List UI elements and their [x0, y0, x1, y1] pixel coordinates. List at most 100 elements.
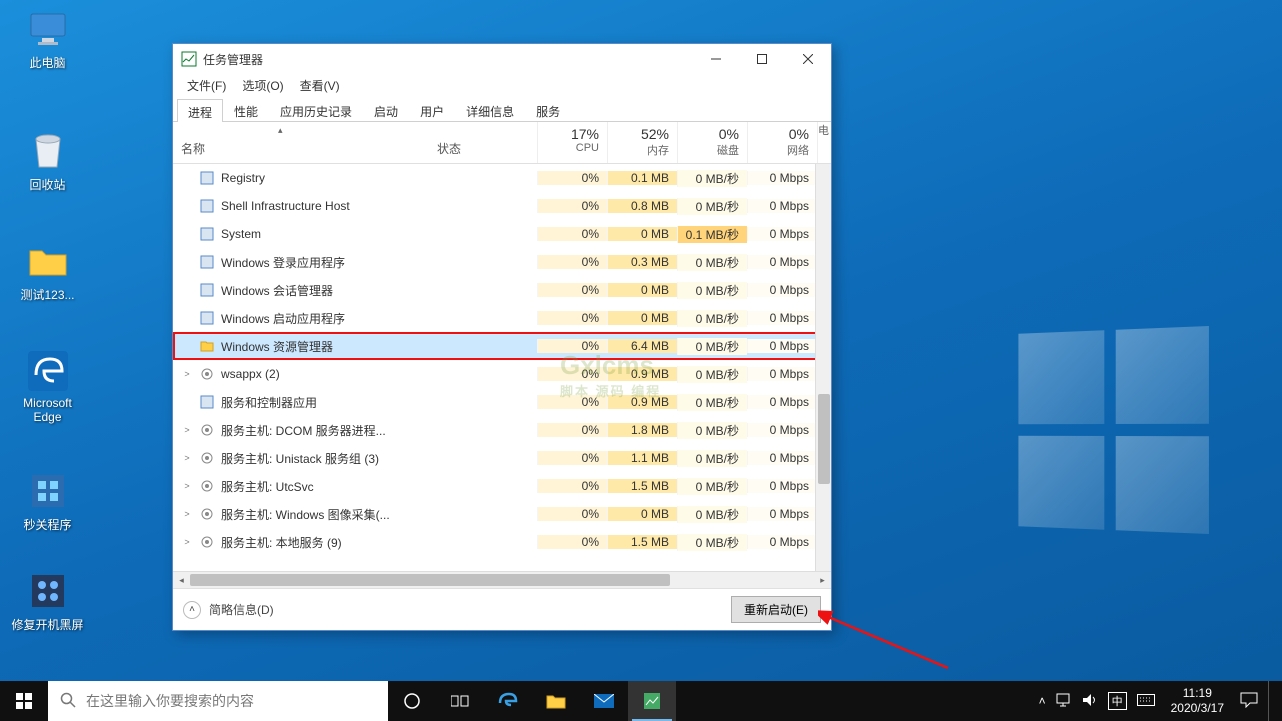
- menubar: 文件(F) 选项(O) 查看(V): [173, 74, 831, 96]
- vertical-scrollbar[interactable]: [815, 164, 831, 571]
- process-row[interactable]: Windows 会话管理器0%0 MB0 MB/秒0 Mbps: [173, 276, 831, 304]
- titlebar[interactable]: 任务管理器: [173, 44, 831, 74]
- column-memory[interactable]: 52% 内存: [607, 122, 677, 163]
- process-name: 服务主机: Unistack 服务组 (3): [221, 450, 379, 467]
- restart-button[interactable]: 重新启动(E): [731, 596, 821, 623]
- show-desktop-edge[interactable]: [1268, 681, 1274, 721]
- column-network[interactable]: 0% 网络: [747, 122, 817, 163]
- tab-strip: 进程性能应用历史记录启动用户详细信息服务: [173, 96, 831, 122]
- cell-net: 0 Mbps: [747, 367, 817, 381]
- horizontal-scrollbar[interactable]: ◂ ▸: [173, 571, 831, 588]
- cell-cpu: 0%: [537, 535, 607, 549]
- maximize-button[interactable]: [739, 44, 785, 74]
- tray-network-icon[interactable]: [1056, 693, 1072, 710]
- column-status[interactable]: 状态: [437, 122, 537, 163]
- process-row[interactable]: >wsappx (2)0%0.9 MB0 MB/秒0 Mbps: [173, 360, 831, 388]
- desktop-icon-bin[interactable]: 回收站: [10, 130, 85, 193]
- process-list[interactable]: Registry0%0.1 MB0 MB/秒0 MbpsShell Infras…: [173, 164, 831, 571]
- tray-clock[interactable]: 11:19 2020/3/17: [1165, 686, 1230, 716]
- process-row[interactable]: 服务和控制器应用0%0.9 MB0 MB/秒0 Mbps: [173, 388, 831, 416]
- desktop-icon-repair[interactable]: 修复开机黑屏: [10, 570, 85, 633]
- cell-net: 0 Mbps: [747, 171, 817, 185]
- expand-icon[interactable]: >: [181, 509, 193, 519]
- process-name: Windows 资源管理器: [221, 338, 333, 355]
- process-row[interactable]: Windows 登录应用程序0%0.3 MB0 MB/秒0 Mbps: [173, 248, 831, 276]
- cell-cpu: 0%: [537, 423, 607, 437]
- collapse-icon[interactable]: ˄: [183, 601, 201, 619]
- task-manager-icon: [181, 51, 197, 67]
- menu-view[interactable]: 查看(V): [292, 75, 348, 96]
- expand-icon[interactable]: >: [181, 369, 193, 379]
- process-name: 服务主机: UtcSvc: [221, 478, 314, 495]
- process-icon: [199, 534, 215, 550]
- process-row[interactable]: System0%0 MB0.1 MB/秒0 Mbps: [173, 220, 831, 248]
- menu-options[interactable]: 选项(O): [234, 75, 291, 96]
- menu-file[interactable]: 文件(F): [179, 75, 234, 96]
- cell-cpu: 0%: [537, 255, 607, 269]
- desktop-icon-app[interactable]: 秒关程序: [10, 470, 85, 533]
- fewer-details-link[interactable]: 简略信息(D): [209, 601, 274, 618]
- taskbar-search[interactable]: 在这里输入你要搜索的内容: [48, 681, 388, 721]
- tray-volume-icon[interactable]: [1082, 693, 1098, 710]
- expand-icon[interactable]: >: [181, 537, 193, 547]
- process-row[interactable]: Windows 启动应用程序0%0 MB0 MB/秒0 Mbps: [173, 304, 831, 332]
- cell-net: 0 Mbps: [747, 451, 817, 465]
- cell-disk: 0 MB/秒: [677, 254, 747, 271]
- column-extra[interactable]: 电: [817, 122, 831, 163]
- cortana-icon[interactable]: [388, 681, 436, 721]
- process-row[interactable]: >服务主机: DCOM 服务器进程...0%1.8 MB0 MB/秒0 Mbps: [173, 416, 831, 444]
- tray-ime-label[interactable]: 中: [1108, 692, 1127, 710]
- tab-3[interactable]: 启动: [363, 98, 409, 121]
- repair-icon: [27, 570, 69, 612]
- expand-icon[interactable]: >: [181, 453, 193, 463]
- process-row[interactable]: Registry0%0.1 MB0 MB/秒0 Mbps: [173, 164, 831, 192]
- cell-mem: 0.8 MB: [607, 199, 677, 213]
- cell-net: 0 Mbps: [747, 227, 817, 241]
- search-placeholder: 在这里输入你要搜索的内容: [86, 691, 254, 711]
- search-icon: [60, 692, 76, 711]
- taskbar-explorer-icon[interactable]: [532, 681, 580, 721]
- cell-mem: 1.5 MB: [607, 479, 677, 493]
- action-center-icon[interactable]: [1240, 692, 1258, 711]
- column-name[interactable]: ▴ 名称: [173, 122, 437, 163]
- tab-1[interactable]: 性能: [223, 98, 269, 121]
- cell-mem: 0 MB: [607, 311, 677, 325]
- cell-cpu: 0%: [537, 367, 607, 381]
- tab-4[interactable]: 用户: [409, 98, 455, 121]
- tab-5[interactable]: 详细信息: [455, 98, 525, 121]
- expand-icon[interactable]: >: [181, 481, 193, 491]
- annotation-arrow: [818, 608, 958, 678]
- process-row[interactable]: >服务主机: Unistack 服务组 (3)0%1.1 MB0 MB/秒0 M…: [173, 444, 831, 472]
- process-row[interactable]: Shell Infrastructure Host0%0.8 MB0 MB/秒0…: [173, 192, 831, 220]
- tray-chevron-icon[interactable]: ˄: [1039, 694, 1046, 708]
- process-row[interactable]: Windows 资源管理器0%6.4 MB0 MB/秒0 Mbps: [173, 332, 831, 360]
- edge-icon: [27, 350, 69, 392]
- tray-keyboard-icon[interactable]: [1137, 694, 1155, 709]
- system-tray: ˄ 中 11:19 2020/3/17: [1039, 681, 1282, 721]
- tab-2[interactable]: 应用历史记录: [269, 98, 363, 121]
- taskbar-mail-icon[interactable]: [580, 681, 628, 721]
- process-icon: [199, 478, 215, 494]
- process-row[interactable]: >服务主机: 本地服务 (9)0%1.5 MB0 MB/秒0 Mbps: [173, 528, 831, 556]
- start-button[interactable]: [0, 681, 48, 721]
- column-disk[interactable]: 0% 磁盘: [677, 122, 747, 163]
- window-title: 任务管理器: [203, 51, 263, 68]
- process-row[interactable]: >服务主机: UtcSvc0%1.5 MB0 MB/秒0 Mbps: [173, 472, 831, 500]
- tab-0[interactable]: 进程: [177, 99, 223, 122]
- taskbar-taskmanager-icon[interactable]: [628, 681, 676, 721]
- task-view-icon[interactable]: [436, 681, 484, 721]
- expand-icon[interactable]: >: [181, 425, 193, 435]
- taskbar-edge-icon[interactable]: [484, 681, 532, 721]
- desktop-icon-pc[interactable]: 此电脑: [10, 8, 85, 71]
- process-row[interactable]: >服务主机: Windows 图像采集(...0%0 MB0 MB/秒0 Mbp…: [173, 500, 831, 528]
- scroll-left-icon[interactable]: ◂: [173, 572, 190, 589]
- desktop-icon-edge[interactable]: Microsoft Edge: [10, 350, 85, 424]
- tab-6[interactable]: 服务: [525, 98, 571, 121]
- desktop-icon-folder[interactable]: 测试123...: [10, 240, 85, 303]
- minimize-button[interactable]: [693, 44, 739, 74]
- column-cpu[interactable]: 17% CPU: [537, 122, 607, 163]
- cell-net: 0 Mbps: [747, 255, 817, 269]
- close-button[interactable]: [785, 44, 831, 74]
- scroll-right-icon[interactable]: ▸: [814, 572, 831, 589]
- folder-icon: [27, 240, 69, 282]
